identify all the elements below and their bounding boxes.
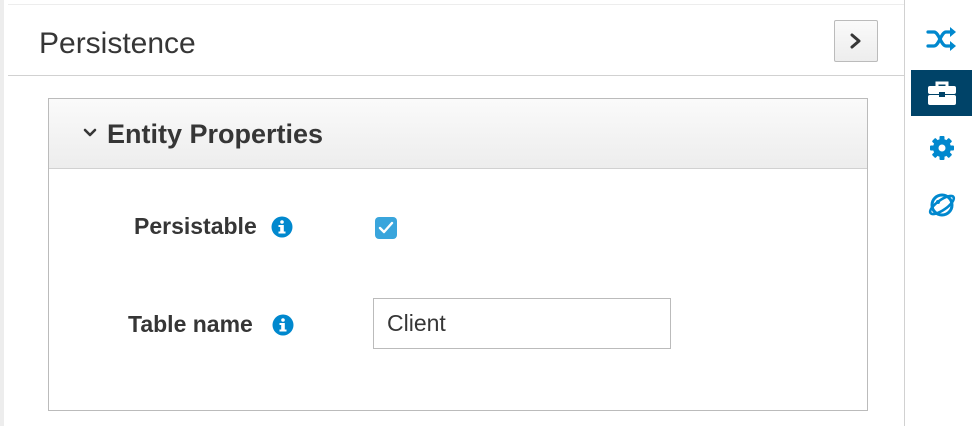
sidebar-item-planet[interactable] [911, 182, 972, 228]
info-icon[interactable] [272, 314, 294, 336]
sidebar-item-briefcase[interactable] [911, 70, 972, 116]
chevron-right-icon [850, 33, 861, 49]
persistable-label: Persistable [134, 213, 257, 239]
entity-properties-panel: Entity Properties Persistable Table name [48, 98, 868, 411]
checkmark-icon [378, 221, 394, 234]
table-name-label: Table name [128, 311, 253, 337]
entity-properties-toggle[interactable]: Entity Properties [49, 99, 867, 169]
gear-icon [930, 136, 954, 160]
info-icon[interactable] [271, 216, 293, 238]
page-title: Persistence [39, 27, 196, 60]
panel-title: Entity Properties [107, 119, 324, 149]
chevron-down-icon [83, 128, 97, 137]
collapse-button[interactable] [834, 20, 878, 62]
briefcase-icon [928, 81, 956, 105]
table-name-input[interactable] [373, 298, 671, 349]
sidebar-item-shuffle[interactable] [911, 16, 972, 62]
panel-header: Persistence [8, 4, 904, 76]
right-sidebar [904, 0, 972, 426]
persistable-checkbox[interactable] [375, 217, 397, 239]
planet-icon [928, 193, 956, 217]
shuffle-icon [926, 27, 956, 51]
main-panel: Persistence Entity Properties Persistabl… [0, 0, 904, 426]
sidebar-item-settings[interactable] [911, 125, 972, 171]
